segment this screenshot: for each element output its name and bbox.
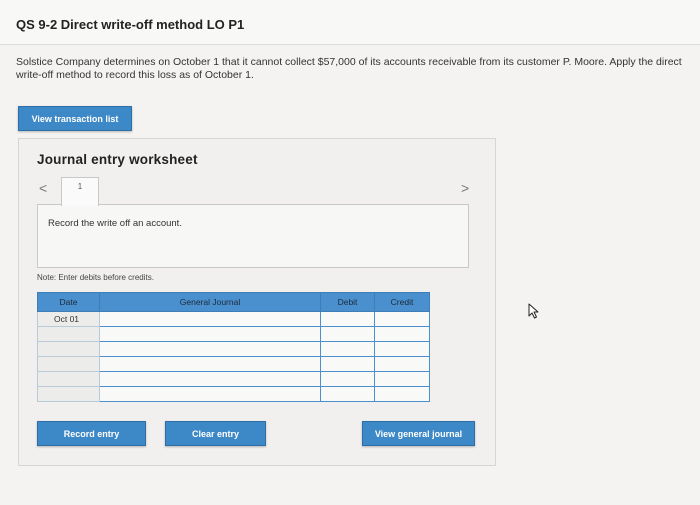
account-input[interactable]: [99, 386, 321, 402]
account-input[interactable]: [99, 311, 321, 327]
note-text: Note: Enter debits before credits.: [37, 273, 154, 282]
account-input[interactable]: [99, 356, 321, 372]
date-cell: [37, 356, 100, 372]
table-header-row: Date General Journal Debit Credit: [37, 292, 430, 312]
instruction-box: Record the write off an account.: [37, 204, 469, 268]
credit-input[interactable]: [374, 341, 430, 357]
credit-input[interactable]: [374, 326, 430, 342]
date-cell: [37, 386, 100, 402]
general-journal-column-header: General Journal: [99, 292, 321, 312]
view-general-journal-button[interactable]: View general journal: [362, 421, 475, 446]
instruction-text: Record the write off an account.: [48, 218, 182, 229]
table-row: [37, 356, 430, 372]
date-cell: [37, 341, 100, 357]
debit-input[interactable]: [320, 371, 375, 387]
credit-column-header: Credit: [374, 292, 430, 312]
worksheet-title: Journal entry worksheet: [37, 152, 198, 167]
credit-input[interactable]: [374, 371, 430, 387]
account-input[interactable]: [99, 326, 321, 342]
debit-input[interactable]: [320, 341, 375, 357]
mouse-pointer-icon: [528, 303, 539, 319]
date-cell: [37, 371, 100, 387]
next-chevron-icon[interactable]: >: [461, 180, 469, 196]
table-row: [37, 341, 430, 357]
tab-1[interactable]: 1: [61, 177, 99, 206]
date-column-header: Date: [37, 292, 100, 312]
debit-input[interactable]: [320, 326, 375, 342]
question-title: QS 9-2 Direct write-off method LO P1: [16, 17, 245, 32]
problem-statement: Solstice Company determines on October 1…: [16, 56, 682, 81]
debit-input[interactable]: [320, 386, 375, 402]
account-input[interactable]: [99, 371, 321, 387]
view-transaction-list-button[interactable]: View transaction list: [18, 106, 132, 131]
journal-table: Date General Journal Debit Credit Oct 01: [37, 292, 430, 402]
debit-input[interactable]: [320, 356, 375, 372]
table-row: [37, 326, 430, 342]
credit-input[interactable]: [374, 386, 430, 402]
credit-input[interactable]: [374, 311, 430, 327]
previous-chevron-icon[interactable]: <: [39, 180, 47, 196]
journal-entry-worksheet: Journal entry worksheet < 1 > Record the…: [18, 138, 496, 466]
credit-input[interactable]: [374, 356, 430, 372]
table-row: [37, 386, 430, 402]
header-bar: QS 9-2 Direct write-off method LO P1: [0, 0, 700, 45]
debit-input[interactable]: [320, 311, 375, 327]
account-input[interactable]: [99, 341, 321, 357]
date-cell: Oct 01: [37, 311, 100, 327]
record-entry-button[interactable]: Record entry: [37, 421, 146, 446]
table-row: [37, 371, 430, 387]
table-row: Oct 01: [37, 311, 430, 327]
clear-entry-button[interactable]: Clear entry: [165, 421, 266, 446]
date-cell: [37, 326, 100, 342]
debit-column-header: Debit: [320, 292, 375, 312]
